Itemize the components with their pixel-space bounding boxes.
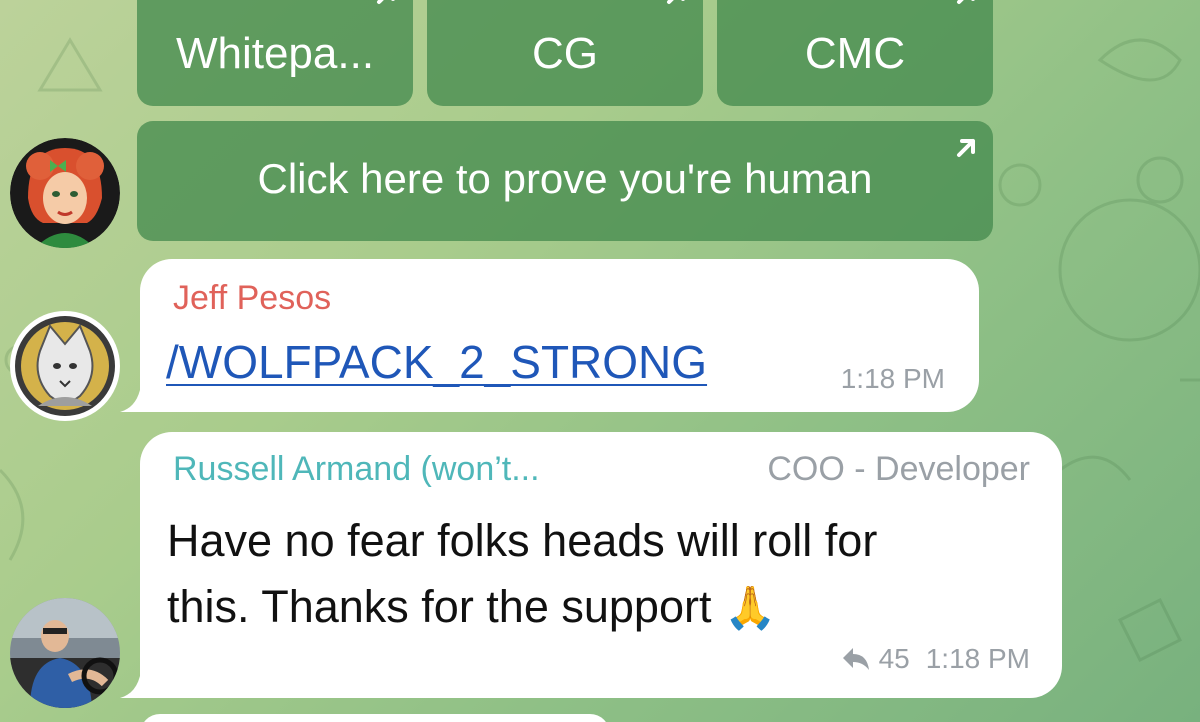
- bubble-tail: [120, 372, 160, 412]
- sender-name[interactable]: Russell Armand (won’t...: [173, 450, 540, 489]
- cmc-button-label: CMC: [804, 29, 906, 78]
- bubble-tail: [120, 658, 160, 698]
- message-meta: 45 1:18 PM: [841, 643, 1030, 675]
- message-text: Have no fear folks heads will roll for t…: [167, 508, 877, 641]
- prove-human-button-label: Click here to prove you're human: [257, 155, 873, 202]
- whitepaper-button[interactable]: Whitepa...: [137, 0, 413, 106]
- prove-human-button[interactable]: Click here to prove you're human: [137, 121, 993, 241]
- open-link-icon: [667, 0, 685, 4]
- message-time: 1:18 PM: [925, 643, 1030, 674]
- cmc-button[interactable]: CMC: [717, 0, 993, 106]
- jeff-pesos-avatar[interactable]: [10, 311, 120, 421]
- sender-name[interactable]: Jeff Pesos: [173, 279, 331, 318]
- cg-button-label: CG: [532, 29, 598, 78]
- message-text-line-2: this. Thanks for the support: [167, 581, 712, 632]
- forward-icon: [842, 648, 869, 670]
- message-time: 1:18 PM: [840, 363, 945, 394]
- message-bubble-russell[interactable]: Russell Armand (won’t... COO - Developer…: [120, 432, 1062, 698]
- open-link-icon: [377, 0, 395, 4]
- cg-button[interactable]: CG: [427, 0, 703, 106]
- message-bubble-jeff[interactable]: Jeff Pesos /WOLFPACK_2_STRONG 1:18 PM: [120, 259, 979, 412]
- command-link[interactable]: /WOLFPACK_2_STRONG: [166, 335, 707, 389]
- open-link-icon: [957, 0, 975, 4]
- russell-armand-avatar[interactable]: [10, 598, 120, 708]
- sender-role-badge: COO - Developer: [767, 450, 1030, 488]
- message-text-line-1: Have no fear folks heads will roll for: [167, 515, 878, 566]
- bot-avatar[interactable]: [10, 138, 120, 248]
- forward-count: 45: [878, 643, 910, 674]
- open-link-icon: [957, 139, 975, 157]
- whitepaper-button-label: Whitepa...: [175, 29, 375, 78]
- next-message-bubble-partial[interactable]: [140, 714, 610, 722]
- folded-hands-emoji: 🙏: [723, 584, 777, 631]
